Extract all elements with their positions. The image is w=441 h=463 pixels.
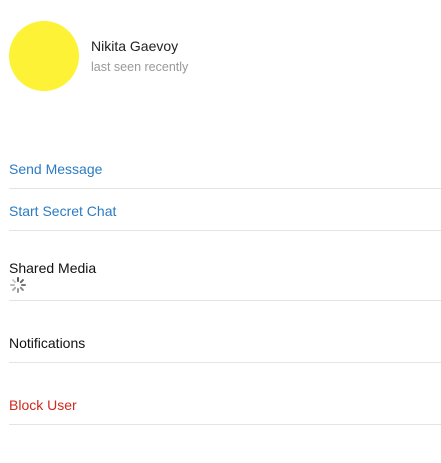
spinner-segment: [21, 284, 26, 286]
spinner-segment: [10, 284, 15, 286]
user-status: last seen recently: [91, 60, 189, 74]
spinner-segment: [19, 278, 25, 284]
block-user-button[interactable]: Block User: [9, 363, 441, 425]
start-secret-chat-button[interactable]: Start Secret Chat: [9, 189, 441, 231]
shared-media-row[interactable]: Shared Media: [9, 231, 441, 301]
notifications-row[interactable]: Notifications: [9, 301, 441, 363]
spinner-segment: [19, 286, 25, 292]
user-name: Nikita Gaevoy: [91, 38, 179, 54]
send-message-label: Send Message: [9, 161, 103, 177]
start-secret-chat-label: Start Secret Chat: [9, 203, 117, 219]
spinner-segment: [17, 288, 19, 293]
avatar[interactable]: [9, 21, 79, 91]
shared-media-label: Shared Media: [9, 260, 97, 276]
loading-spinner-icon: [10, 277, 26, 293]
spinner-segment: [11, 286, 17, 292]
spinner-segment: [11, 278, 17, 284]
block-user-label: Block User: [9, 397, 77, 413]
send-message-button[interactable]: Send Message: [9, 155, 441, 189]
profile-header: Nikita Gaevoy last seen recently: [0, 0, 441, 110]
notifications-label: Notifications: [9, 335, 86, 351]
